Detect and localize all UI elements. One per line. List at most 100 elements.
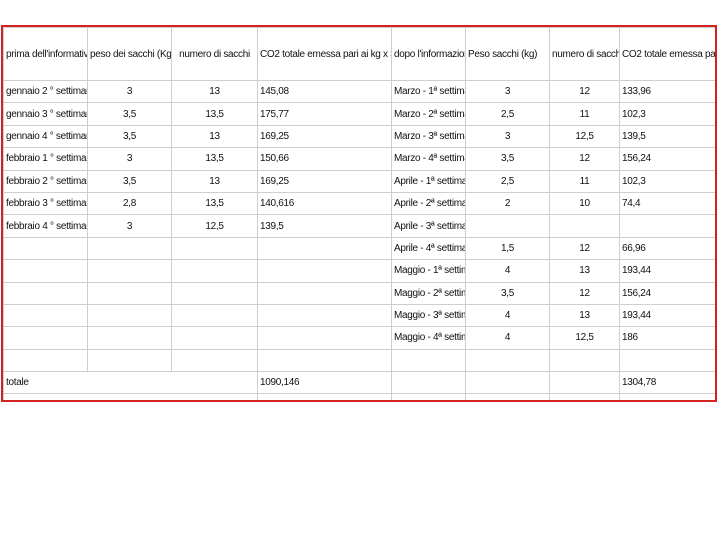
cell-before-weight: 3,5 [87, 102, 172, 126]
cell-after-period: Aprile - 1ª settimana [391, 169, 466, 193]
cell-before-co2: 140,616 [257, 191, 392, 216]
cell-before-period: febbraio 2 ° settimana [3, 169, 88, 193]
header-after-count: numero di sacchi [549, 27, 620, 81]
totals-row-empty [391, 371, 466, 395]
cell-before-count: 13,5 [171, 191, 258, 216]
cell-before-co2 [257, 259, 392, 283]
cell-after-period: Aprile - 4ª settimana [391, 236, 466, 261]
cell-before-period: febbraio 1 ° settimana [3, 147, 88, 171]
totals-row-after-co2: 1304,78 [619, 371, 715, 395]
table-row: Maggio - 1ª settimana413193,44 [3, 259, 715, 283]
cell-before-count: 13 [171, 124, 258, 149]
cell-after-period: Maggio - 1ª settimana [391, 259, 466, 283]
totals-row: totale 1090,146 1304,78 [3, 371, 715, 395]
cell-after-weight: 4 [465, 303, 550, 328]
cell-before-weight: 3,5 [87, 169, 172, 193]
cell-after-co2: 139,5 [619, 124, 715, 149]
cell-after-weight: 1,5 [465, 236, 550, 261]
table-row: febbraio 3 ° settimana2,813,5140,616Apri… [3, 191, 715, 216]
cell-before-co2: 139,5 [257, 214, 392, 238]
cell-after-period: Maggio - 2ª settimana [391, 281, 466, 305]
co2-table: prima dell'informativa/Fi peso dei sacch… [3, 27, 715, 400]
table-row: Maggio - 3ª settimana413193,44 [3, 303, 715, 328]
cell-before-count [171, 259, 258, 283]
cell-after-period: Marzo - 1ª settimana [391, 79, 466, 104]
table-row: Maggio - 2ª settimana3,512156,24 [3, 281, 715, 305]
header-before-period: prima dell'informativa/Fi [3, 27, 88, 81]
cell-after-count: 11 [549, 169, 620, 193]
totals-row-empty [549, 371, 620, 395]
table-row: gennaio 3 ° settimana 3,5 13,5 175,77 Marzo … [3, 102, 715, 126]
table-row: gennaio 2 ° settimana 3 13 145,08 Marzo - 1ª… [3, 79, 715, 104]
cell-before-period [3, 303, 88, 328]
cell-before-co2 [257, 236, 392, 261]
cell-before-co2 [257, 281, 392, 305]
averages-row-before-co2: 155,735 [257, 393, 392, 400]
cell-after-count: 12,5 [549, 124, 620, 149]
cell-after-weight: 2,5 [465, 102, 550, 126]
cell-before-weight [87, 236, 172, 261]
table-row: febbraio 4 ° settimana312,5139,5Aprile -… [3, 214, 715, 238]
cell-after-period [391, 348, 466, 373]
cell-after-count: 12 [549, 79, 620, 104]
cell-after-weight: 3 [465, 124, 550, 149]
cell-after-co2: 102,3 [619, 102, 715, 126]
cell-after-count: 13 [549, 259, 620, 283]
cell-after-period: Maggio - 4ª settimana [391, 326, 466, 350]
cell-before-count [171, 303, 258, 328]
cell-before-count [171, 326, 258, 350]
cell-after-weight: 2,5 [465, 169, 550, 193]
cell-after-period: Aprile - 2ª settimana [391, 191, 466, 216]
cell-after-count: 12,5 [549, 326, 620, 350]
cell-after-weight [465, 214, 550, 238]
cell-before-period [3, 259, 88, 283]
cell-before-count: 12,5 [171, 214, 258, 238]
cell-before-weight: 3,5 [87, 124, 172, 149]
cell-after-co2: 66,96 [619, 236, 715, 261]
cell-before-count: 13,5 [171, 147, 258, 171]
cell-after-period: Marzo - 4ª settimana [391, 147, 466, 171]
cell-after-co2: 156,24 [619, 147, 715, 171]
cell-before-weight [87, 281, 172, 305]
cell-after-co2 [619, 348, 715, 373]
cell-before-period: febbraio 3 ° settimana [3, 191, 88, 216]
cell-after-period: Maggio - 3ª settimana [391, 303, 466, 328]
cell-after-weight: 3 [465, 79, 550, 104]
cell-before-weight: 3 [87, 147, 172, 171]
cell-after-period: Marzo - 2ª settimana [391, 102, 466, 126]
cell-after-co2: 102,3 [619, 169, 715, 193]
cell-before-period [3, 236, 88, 261]
cell-before-period: gennaio 4 ° settimana [3, 124, 88, 149]
header-before-count: numero di sacchi [171, 27, 258, 81]
cell-before-co2: 175,77 [257, 102, 392, 126]
totals-row-label: totale [3, 371, 258, 395]
cell-after-count: 12 [549, 147, 620, 171]
cell-before-weight: 2,8 [87, 191, 172, 216]
cell-after-count [549, 348, 620, 373]
header-after-period: dopo l'informazione [391, 27, 466, 81]
cell-before-count [171, 348, 258, 373]
cell-before-weight [87, 348, 172, 373]
cell-after-period: Aprile - 3ª settimana [391, 214, 466, 238]
cell-before-count: 13 [171, 169, 258, 193]
averages-row-empty [465, 393, 550, 400]
cell-before-count: 13 [171, 79, 258, 104]
cell-after-weight: 3,5 [465, 147, 550, 171]
cell-before-weight: 3 [87, 214, 172, 238]
table-row: Maggio - 4ª settimana412,5186 [3, 326, 715, 350]
cell-before-co2 [257, 303, 392, 328]
cell-after-weight: 3,5 [465, 281, 550, 305]
cell-after-co2: 74,4 [619, 191, 715, 216]
cell-before-weight [87, 259, 172, 283]
averages-row-after-co2: 93,88 [619, 393, 715, 400]
cell-before-period: gennaio 2 ° settimana [3, 79, 88, 104]
totals-row-empty [465, 371, 550, 395]
cell-after-co2: 193,44 [619, 303, 715, 328]
cell-after-co2: 193,44 [619, 259, 715, 283]
table-row: gennaio 4 ° settimana 3,5 13 169,25 Marzo - … [3, 124, 715, 149]
cell-before-count [171, 236, 258, 261]
cell-before-weight [87, 303, 172, 328]
cell-before-period [3, 281, 88, 305]
cell-after-co2: 186 [619, 326, 715, 350]
cell-after-weight: 4 [465, 259, 550, 283]
